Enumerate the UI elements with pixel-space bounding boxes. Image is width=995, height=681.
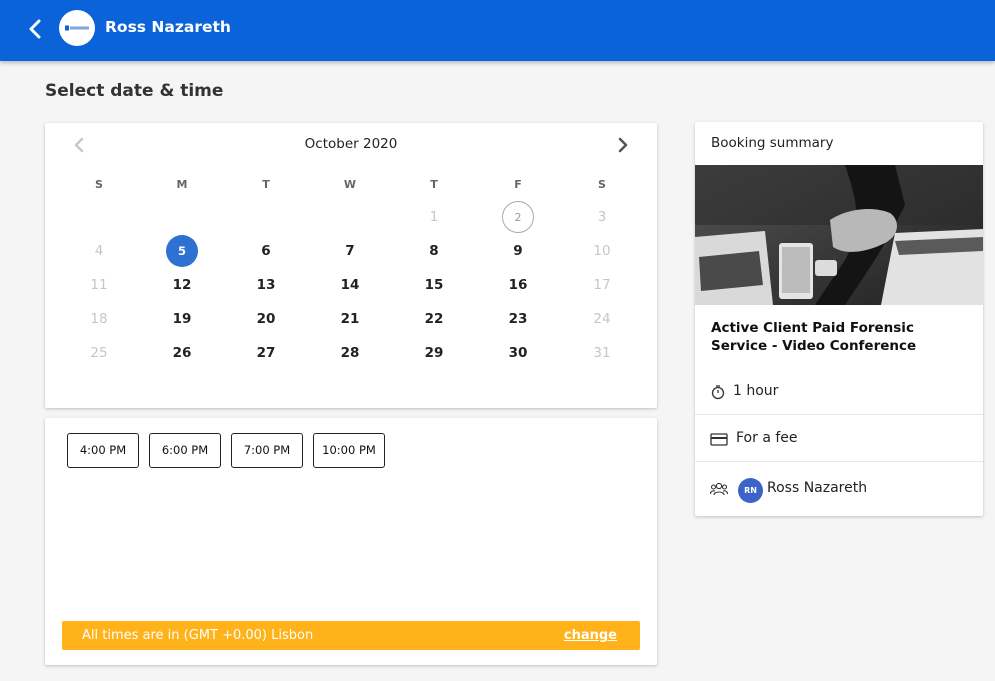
timezone-bar: All times are in (GMT +0.00) Lisbon chan… (62, 621, 640, 650)
calendar-day: 31 (593, 345, 611, 361)
avatar: RN (738, 478, 763, 503)
calendar-day[interactable]: 26 (166, 337, 198, 369)
people-icon (709, 481, 729, 499)
time-slot-button[interactable]: 6:00 PM (149, 433, 221, 468)
calendar-day[interactable]: 28 (334, 337, 366, 369)
weekday-label: W (343, 178, 357, 191)
back-arrow-icon[interactable] (26, 18, 46, 40)
calendar-day[interactable]: 19 (166, 303, 198, 335)
weekday-label: T (430, 178, 438, 191)
duration-row: 1 hour (695, 368, 983, 415)
calendar-day[interactable]: 30 (502, 337, 534, 369)
calendar-day[interactable]: 8 (418, 235, 450, 267)
host-name: Ross Nazareth (105, 18, 231, 36)
calendar-day[interactable]: 13 (250, 269, 282, 301)
calendar-day: 25 (90, 345, 108, 361)
stopwatch-icon (710, 384, 728, 402)
company-logo (59, 10, 95, 46)
calendar-day[interactable]: 23 (502, 303, 534, 335)
change-timezone-link[interactable]: change (564, 628, 617, 643)
host-text: Ross Nazareth (767, 480, 868, 496)
time-slot-button[interactable]: 10:00 PM (313, 433, 385, 468)
calendar-day[interactable]: 6 (250, 235, 282, 267)
calendar-day: 11 (90, 277, 108, 293)
weekday-label: F (514, 178, 522, 191)
time-slot-button[interactable]: 4:00 PM (67, 433, 139, 468)
calendar-day[interactable]: 22 (418, 303, 450, 335)
calendar-day[interactable]: 15 (418, 269, 450, 301)
top-bar: Ross Nazareth (0, 0, 995, 61)
calendar-day: 1 (429, 209, 439, 225)
page-title: Select date & time (45, 81, 224, 101)
weekday-label: S (95, 178, 103, 191)
handshake-image (695, 165, 983, 305)
time-slot-button[interactable]: 7:00 PM (231, 433, 303, 468)
calendar-day[interactable]: 20 (250, 303, 282, 335)
calendar-card: October 2020 SMTWTFS 1 2 3 4 5 6 7 8 9 10 11 12 13 14… (45, 123, 657, 408)
credit-card-icon (710, 431, 728, 449)
calendar-day[interactable]: 29 (418, 337, 450, 369)
price-text: For a fee (736, 430, 798, 446)
weekday-label: T (262, 178, 270, 191)
calendar-day[interactable]: 5 (166, 235, 198, 267)
calendar-day: 17 (593, 277, 611, 293)
service-name: Active Client Paid Forensic Service - Vi… (711, 320, 917, 354)
time-slots-card: 4:00 PM 6:00 PM 7:00 PM 10:00 PM All times … (45, 418, 657, 665)
calendar-day: 2 (502, 201, 534, 233)
booking-summary-card: Booking summary Active Client Paid Foren… (695, 122, 983, 516)
calendar-day[interactable]: 14 (334, 269, 366, 301)
calendar-day: 3 (597, 209, 607, 225)
price-row: For a fee (695, 415, 983, 462)
calendar-day: 10 (593, 243, 611, 259)
calendar-day[interactable]: 21 (334, 303, 366, 335)
calendar-day: 4 (94, 243, 104, 259)
calendar-day[interactable]: 9 (502, 235, 534, 267)
calendar-day: 24 (593, 311, 611, 327)
calendar-day: 18 (90, 311, 108, 327)
next-month-icon[interactable] (615, 136, 631, 154)
duration-text: 1 hour (733, 383, 779, 399)
timezone-text: All times are in (GMT +0.00) Lisbon (82, 628, 314, 643)
summary-title: Booking summary (711, 135, 834, 151)
weekday-label: M (176, 178, 188, 191)
calendar-day[interactable]: 16 (502, 269, 534, 301)
calendar-day[interactable]: 12 (166, 269, 198, 301)
month-label: October 2020 (304, 136, 398, 152)
weekday-label: S (598, 178, 606, 191)
calendar-day[interactable]: 27 (250, 337, 282, 369)
calendar-day[interactable]: 7 (334, 235, 366, 267)
